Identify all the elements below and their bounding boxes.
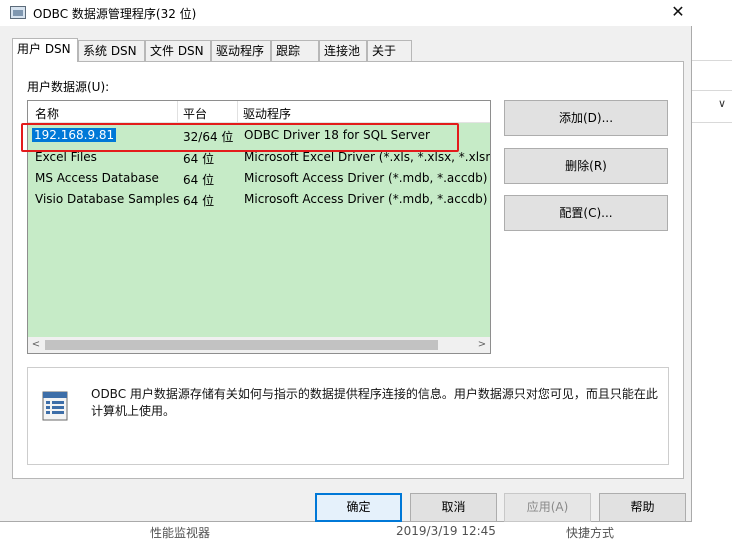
tab-about[interactable]: 关于 <box>367 40 412 61</box>
tab-connection-pooling[interactable]: 连接池 <box>319 40 367 61</box>
background-divider <box>692 90 732 91</box>
window-title: ODBC 数据源管理程序(32 位) <box>33 7 197 21</box>
scroll-left-icon[interactable]: < <box>28 337 44 353</box>
column-header-name[interactable]: 名称 <box>35 105 59 122</box>
background-item: 2019/3/19 12:45 <box>396 524 496 538</box>
column-divider[interactable] <box>177 101 178 123</box>
tab-tracing[interactable]: 跟踪 <box>271 40 319 61</box>
row-name: Visio Database Samples <box>35 192 180 206</box>
horizontal-scrollbar[interactable]: < > <box>28 337 490 353</box>
background-window <box>692 0 732 540</box>
scroll-right-icon[interactable]: > <box>474 337 490 353</box>
add-button[interactable]: 添加(D)... <box>504 100 668 136</box>
ok-button[interactable]: 确定 <box>315 493 402 522</box>
row-platform: 64 位 <box>183 152 215 166</box>
tab-user-dsn[interactable]: 用户 DSN <box>12 38 78 62</box>
background-chevron-icon: ∨ <box>718 97 727 110</box>
odbc-app-icon <box>10 6 26 19</box>
background-item: 性能监视器 <box>150 526 211 540</box>
tab-file-dsn[interactable]: 文件 DSN <box>145 40 211 61</box>
background-item: 快捷方式 <box>566 526 615 540</box>
remove-button[interactable]: 删除(R) <box>504 148 668 184</box>
title-bar[interactable]: ODBC 数据源管理程序(32 位) ✕ <box>0 0 692 26</box>
row-driver: Microsoft Excel Driver (*.xls, *.xlsx, *… <box>244 150 490 164</box>
help-button[interactable]: 帮助 <box>599 493 686 522</box>
background-divider <box>692 122 732 123</box>
row-platform: 64 位 <box>183 194 215 208</box>
column-divider[interactable] <box>237 101 238 123</box>
background-divider <box>692 60 732 61</box>
apply-button[interactable]: 应用(A) <box>504 493 591 522</box>
row-platform: 64 位 <box>183 173 215 187</box>
tab-strip: 用户 DSN 系统 DSN 文件 DSN 驱动程序 跟踪 连接池 关于 <box>12 38 692 62</box>
tab-drivers[interactable]: 驱动程序 <box>211 40 271 61</box>
scroll-thumb[interactable] <box>45 340 438 350</box>
row-name: MS Access Database <box>35 171 159 185</box>
column-header-platform[interactable]: 平台 <box>183 105 207 122</box>
close-button[interactable]: ✕ <box>666 1 690 23</box>
list-row[interactable]: MS Access Database 64 位 Microsoft Access… <box>28 169 490 190</box>
cancel-button[interactable]: 取消 <box>410 493 497 522</box>
list-header: 名称 平台 驱动程序 <box>28 101 490 123</box>
column-header-driver[interactable]: 驱动程序 <box>243 105 291 122</box>
user-data-sources-label: 用户数据源(U): <box>27 80 110 94</box>
annotation-highlight-box <box>21 123 459 152</box>
background-taskbar-row: 性能监视器 2019/3/19 12:45 快捷方式 <box>0 522 732 540</box>
list-row[interactable]: Visio Database Samples 64 位 Microsoft Ac… <box>28 190 490 211</box>
odbc-dialog: ODBC 数据源管理程序(32 位) ✕ 用户 DSN 系统 DSN 文件 DS… <box>0 0 692 522</box>
data-source-document-icon <box>42 391 68 421</box>
row-driver: Microsoft Access Driver (*.mdb, *.accdb) <box>244 171 488 185</box>
tab-system-dsn[interactable]: 系统 DSN <box>78 40 145 61</box>
configure-button[interactable]: 配置(C)... <box>504 195 668 231</box>
row-driver: Microsoft Access Driver (*.mdb, *.accdb) <box>244 192 488 206</box>
info-description: ODBC 用户数据源存储有关如何与指示的数据提供程序连接的信息。用户数据源只对您… <box>91 387 658 418</box>
row-name: Excel Files <box>35 150 97 164</box>
